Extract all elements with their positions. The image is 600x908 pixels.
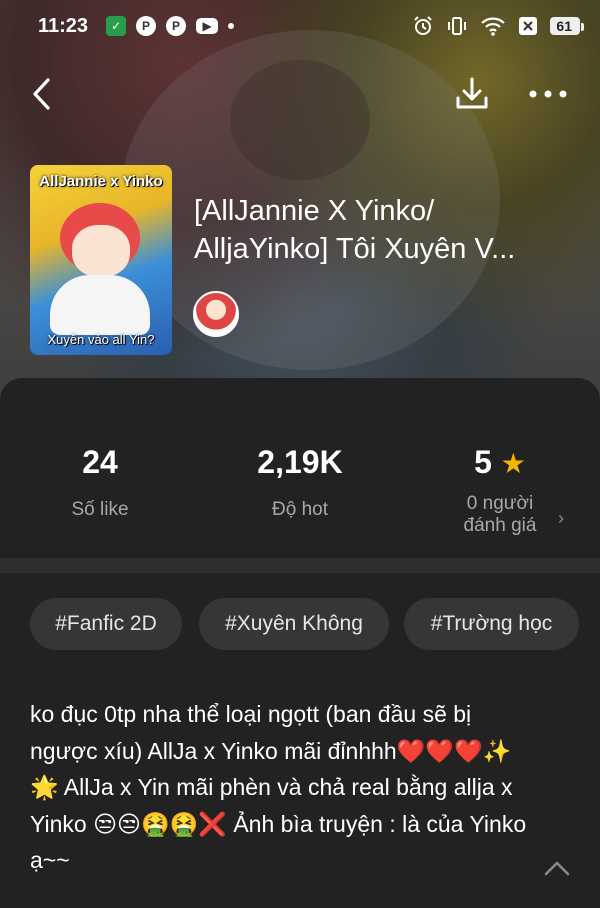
- tag-list: #Fanfic 2D #Xuyên Không #Trường học: [0, 598, 600, 650]
- cover-title: AllJannie x Yinko: [39, 173, 163, 190]
- vibrate-icon: [448, 17, 467, 35]
- dot-icon: [228, 23, 235, 29]
- tag-chip[interactable]: #Fanfic 2D: [30, 598, 182, 650]
- rating-label: 0 người đánh giá: [463, 493, 537, 536]
- section-divider: [0, 558, 600, 573]
- stats-row: 24 Số like 2,19K Độ hot 5 ★ 0 người đánh…: [0, 378, 600, 558]
- shield-icon: ✓: [106, 16, 127, 36]
- status-right-icons: 61: [412, 15, 584, 37]
- download-icon: [456, 77, 488, 109]
- star-icon: ★: [500, 448, 526, 479]
- alarm-icon: [414, 16, 433, 35]
- author-avatar[interactable]: [193, 291, 239, 337]
- stat-hot: 2,19K Độ hot: [220, 444, 380, 521]
- rating-value: 5: [474, 444, 492, 480]
- story-title: [AllJannie X Yinko/ AlljaYinko] Tôi Xuyê…: [194, 195, 516, 265]
- top-nav: [0, 70, 600, 120]
- back-button[interactable]: [22, 74, 62, 114]
- status-bar: 11:23 ✓ P P ▶ 61: [0, 0, 600, 52]
- close-box-icon: [519, 17, 538, 35]
- cover-character-body: [50, 275, 150, 335]
- story-info-panel: 24 Số like 2,19K Độ hot 5 ★ 0 người đánh…: [0, 378, 600, 908]
- likes-value: 24: [82, 444, 118, 480]
- tag-chip[interactable]: #Trường học: [404, 598, 579, 650]
- battery-icon: 61: [550, 17, 584, 35]
- status-left-icons: ✓ P P ▶: [106, 16, 235, 36]
- story-description: ko đục 0tp nha thể loại ngọtt (ban đầu s…: [30, 701, 527, 873]
- youtube-icon: ▶: [196, 18, 219, 34]
- chevron-right-icon: ›: [558, 508, 564, 528]
- download-button[interactable]: [452, 74, 492, 114]
- stat-likes: 24 Số like: [40, 444, 160, 521]
- pinterest-icon: P: [166, 16, 187, 36]
- more-dots-icon: [529, 90, 567, 98]
- status-time: 11:23: [38, 14, 89, 37]
- pinterest-icon: P: [136, 16, 157, 36]
- tag-chip[interactable]: #Xuyên Không: [199, 598, 389, 650]
- hot-label: Độ hot: [272, 499, 328, 520]
- hot-value: 2,19K: [257, 444, 343, 480]
- cover-subtitle: Xuyên vào all Yin?: [47, 332, 155, 347]
- wifi-icon: [481, 17, 506, 36]
- collapse-chevron-up-icon[interactable]: [543, 858, 571, 878]
- stat-rating[interactable]: 5 ★ 0 người đánh giá: [430, 444, 570, 537]
- chevron-left-icon: [33, 78, 50, 110]
- more-options-button[interactable]: [527, 74, 569, 114]
- cover-character-face: [72, 225, 130, 277]
- story-cover[interactable]: AllJannie x Yinko Xuyên vào all Yin?: [30, 165, 172, 355]
- likes-label: Số like: [71, 499, 129, 520]
